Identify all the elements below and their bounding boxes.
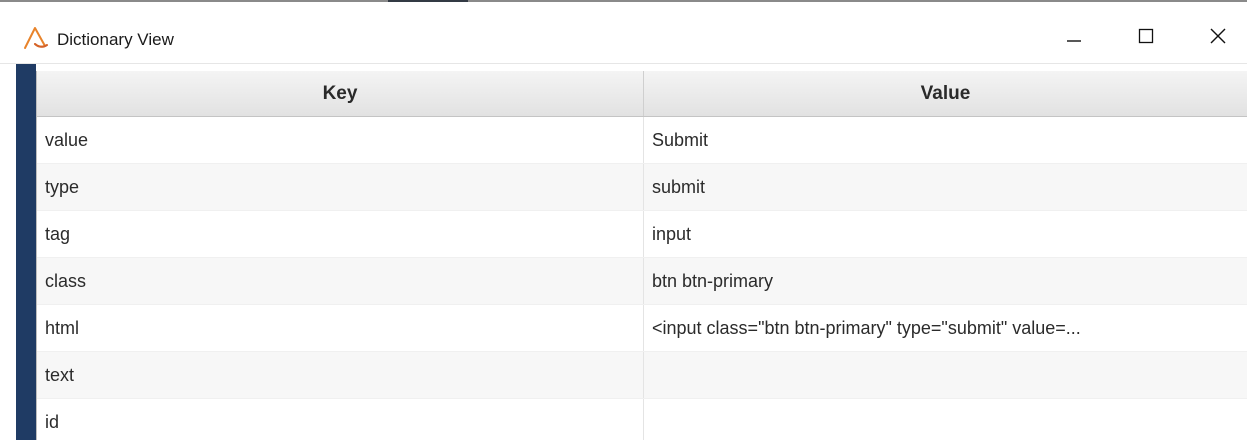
table-row[interactable]: type submit	[37, 164, 1247, 211]
cell-key[interactable]: type	[37, 164, 644, 210]
cell-value[interactable]	[644, 352, 1247, 398]
cell-value[interactable]: Submit	[644, 117, 1247, 163]
cell-value[interactable]: input	[644, 211, 1247, 257]
column-header-key[interactable]: Key	[37, 71, 644, 116]
table-row[interactable]: id	[37, 399, 1247, 440]
table-row[interactable]: text	[37, 352, 1247, 399]
minimize-icon	[1066, 28, 1082, 49]
table-row[interactable]: html <input class="btn btn-primary" type…	[37, 305, 1247, 352]
maximize-button[interactable]	[1123, 18, 1169, 58]
cell-key[interactable]: value	[37, 117, 644, 163]
cell-value[interactable]: btn btn-primary	[644, 258, 1247, 304]
maximize-icon	[1138, 28, 1154, 49]
dictionary-view-window: Dictionary View Key Value value Submit t…	[0, 0, 1247, 440]
cell-value[interactable]: submit	[644, 164, 1247, 210]
cell-key[interactable]: class	[37, 258, 644, 304]
cell-key[interactable]: tag	[37, 211, 644, 257]
table-row[interactable]: class btn btn-primary	[37, 258, 1247, 305]
dictionary-table: Key Value value Submit type submit tag i…	[36, 71, 1247, 440]
cell-key[interactable]: html	[37, 305, 644, 351]
cell-value[interactable]: <input class="btn btn-primary" type="sub…	[644, 305, 1247, 351]
close-button[interactable]	[1195, 18, 1241, 58]
cell-key[interactable]: text	[37, 352, 644, 398]
window-title: Dictionary View	[57, 30, 174, 49]
cell-value[interactable]	[644, 399, 1247, 440]
side-stripe	[16, 64, 36, 440]
cell-key[interactable]: id	[37, 399, 644, 440]
table-header: Key Value	[37, 71, 1247, 117]
minimize-button[interactable]	[1051, 18, 1097, 58]
close-icon	[1210, 28, 1226, 49]
title-bar[interactable]: Dictionary View	[0, 2, 1247, 64]
table-row[interactable]: value Submit	[37, 117, 1247, 164]
table-row[interactable]: tag input	[37, 211, 1247, 258]
column-header-value[interactable]: Value	[644, 71, 1247, 116]
app-logo-icon	[23, 26, 49, 50]
